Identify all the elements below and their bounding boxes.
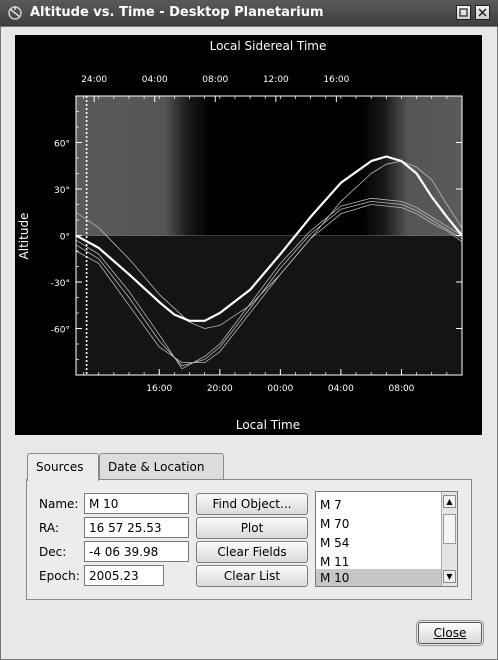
altitude-time-plot: Local Sidereal Time Local Time Altitude … xyxy=(15,35,482,435)
y-tick-label: 30° xyxy=(54,186,70,196)
dec-label: Dec: xyxy=(39,545,67,559)
bottom-tick-label: 04:00 xyxy=(328,384,354,394)
tab-sources[interactable]: Sources xyxy=(27,453,99,481)
bottom-tick-label: 08:00 xyxy=(388,384,414,394)
list-item-selected[interactable]: M 10 xyxy=(316,569,441,586)
dec-field[interactable] xyxy=(84,541,189,562)
maximize-icon xyxy=(459,8,468,17)
top-tick-label: 04:00 xyxy=(142,75,168,85)
bottom-tick-label: 16:00 xyxy=(146,384,172,394)
below-horizon-area xyxy=(76,236,462,375)
y-axis-title: Altitude xyxy=(17,213,31,260)
epoch-label: Epoch: xyxy=(39,569,80,583)
scroll-up-arrow-icon[interactable]: ▲ xyxy=(443,495,456,508)
y-tick-label: 0° xyxy=(60,233,70,243)
top-tick-label: 16:00 xyxy=(323,75,349,85)
epoch-field[interactable] xyxy=(84,565,164,586)
ra-field[interactable] xyxy=(84,517,189,538)
close-button[interactable]: Close xyxy=(416,620,484,646)
object-list[interactable]: M 7 M 70 M 54 M 11 M 10 ▲ ▼ xyxy=(315,491,458,587)
clear-fields-button[interactable]: Clear Fields xyxy=(196,541,308,563)
name-field[interactable] xyxy=(84,493,189,514)
top-tick-label: 24:00 xyxy=(81,75,107,85)
title-bar[interactable]: Altitude vs. Time - Desktop Planetarium xyxy=(0,0,498,26)
window-close-button[interactable] xyxy=(475,5,490,20)
scroll-down-arrow-icon[interactable]: ▼ xyxy=(443,570,456,583)
top-tick-label: 12:00 xyxy=(263,75,289,85)
maximize-button[interactable] xyxy=(456,5,471,20)
list-item[interactable]: M 54 xyxy=(316,534,441,553)
kstars-icon xyxy=(8,6,22,20)
top-tick-label: 08:00 xyxy=(202,75,228,85)
list-item[interactable]: M 7 xyxy=(316,496,441,515)
y-tick-label: -30° xyxy=(51,279,70,289)
clear-list-button[interactable]: Clear List xyxy=(196,565,308,587)
close-icon xyxy=(478,8,487,17)
scrollbar-thumb[interactable] xyxy=(443,514,456,544)
y-tick-label: 60° xyxy=(54,140,70,150)
x-axis-title: Local Time xyxy=(236,418,300,432)
top-axis-title: Local Sidereal Time xyxy=(210,39,327,53)
window-title: Altitude vs. Time - Desktop Planetarium xyxy=(30,5,324,20)
list-item[interactable]: M 70 xyxy=(316,515,441,534)
bottom-tick-label: 00:00 xyxy=(267,384,293,394)
sky-background xyxy=(76,96,462,236)
y-tick-label: -60° xyxy=(51,326,70,336)
name-label: Name: xyxy=(39,497,79,511)
list-scrollbar[interactable]: ▲ ▼ xyxy=(441,492,457,586)
bottom-tick-label: 20:00 xyxy=(207,384,233,394)
ra-label: RA: xyxy=(39,521,59,535)
plot-button[interactable]: Plot xyxy=(196,517,308,539)
find-object-button[interactable]: Find Object... xyxy=(196,493,308,515)
tab-date-location[interactable]: Date & Location xyxy=(99,453,224,480)
